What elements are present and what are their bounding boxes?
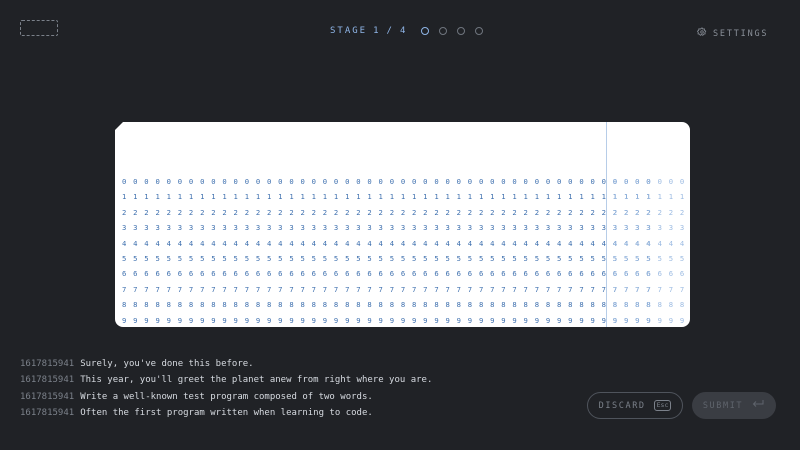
log-timestamp: 1617815941 <box>20 407 75 418</box>
card-row-5[interactable]: 5 5 5 5 5 5 5 5 5 5 5 5 5 5 5 5 5 5 5 5 … <box>122 251 652 266</box>
card-row-right-7[interactable]: 7 7 7 7 7 7 7 7 7 7 7 <box>613 282 690 297</box>
card-notch <box>115 122 123 130</box>
card-row-3[interactable]: 3 3 3 3 3 3 3 3 3 3 3 3 3 3 3 3 3 3 3 3 … <box>122 220 652 235</box>
stage-label: STAGE <box>330 26 368 36</box>
settings-button[interactable]: SETTINGS <box>696 27 769 40</box>
escape-key-hint: Esc <box>653 400 672 411</box>
card-row-1[interactable]: 1 1 1 1 1 1 1 1 1 1 1 1 1 1 1 1 1 1 1 1 … <box>122 189 652 204</box>
enter-key-icon <box>751 399 765 412</box>
log-timestamp: 1617815941 <box>20 391 75 402</box>
stage-indicator: STAGE 1 / 4 <box>330 24 484 38</box>
card-row-right-6[interactable]: 6 6 6 6 6 6 6 6 6 6 6 <box>613 266 690 281</box>
card-row-right-3[interactable]: 3 3 3 3 3 3 3 3 3 3 3 <box>613 220 690 235</box>
submit-button[interactable]: SUBMIT <box>692 392 776 419</box>
stage-dot[interactable] <box>439 27 448 35</box>
card-row-9[interactable]: 9 9 9 9 9 9 9 9 9 9 9 9 9 9 9 9 9 9 9 9 … <box>122 313 652 327</box>
card-row-4[interactable]: 4 4 4 4 4 4 4 4 4 4 4 4 4 4 4 4 4 4 4 4 … <box>122 236 652 251</box>
card-row-right-0[interactable]: 0 0 0 0 0 0 0 0 0 0 0 <box>613 174 690 189</box>
card-row-0[interactable]: 0 0 0 0 0 0 0 0 0 0 0 0 0 0 0 0 0 0 0 0 … <box>122 174 652 189</box>
log-timestamp: 1617815941 <box>20 375 75 386</box>
stage-separator: / <box>386 26 394 36</box>
card-row-right-4[interactable]: 4 4 4 4 4 4 4 4 4 4 4 <box>613 236 690 251</box>
card-row-8[interactable]: 8 8 8 8 8 8 8 8 8 8 8 8 8 8 8 8 8 8 8 8 … <box>122 297 652 312</box>
stage-current: 1 <box>373 26 381 36</box>
log-line: 1617815941 This year, you'll greet the pl… <box>20 372 432 388</box>
stage-dot[interactable] <box>457 27 466 35</box>
card-row-right-5[interactable]: 5 5 5 5 5 5 5 5 5 5 5 <box>613 251 690 266</box>
gear-icon <box>696 27 707 40</box>
log-message: Write a well-known test program composed… <box>80 391 373 402</box>
submit-label: SUBMIT <box>702 400 744 411</box>
card-digit-rows[interactable]: 0 0 0 0 0 0 0 0 0 0 0 0 0 0 0 0 0 0 0 0 … <box>122 174 652 327</box>
log-line: 1617815941 Often the first program writte… <box>20 405 432 421</box>
card-row-right-2[interactable]: 2 2 2 2 2 2 2 2 2 2 2 <box>613 205 690 220</box>
card-row-6[interactable]: 6 6 6 6 6 6 6 6 6 6 6 6 6 6 6 6 6 6 6 6 … <box>122 266 652 281</box>
log-message: Surely, you've done this before. <box>80 359 254 369</box>
log-message: This year, you'll greet the planet anew … <box>80 375 433 386</box>
card-row-2[interactable]: 2 2 2 2 2 2 2 2 2 2 2 2 2 2 2 2 2 2 2 2 … <box>122 205 652 220</box>
card-row-right-8[interactable]: 8 8 8 8 8 8 8 8 8 8 8 <box>613 297 690 312</box>
punch-card[interactable]: 0 0 0 0 0 0 0 0 0 0 0 0 0 0 0 0 0 0 0 0 … <box>115 122 690 327</box>
card-digit-rows-right[interactable]: 0 0 0 0 0 0 0 0 0 0 01 1 1 1 1 1 1 1 1 1… <box>613 174 690 327</box>
discard-label: DISCARD <box>598 400 646 411</box>
stage-dot[interactable] <box>421 27 430 35</box>
log-message: Often the first program written when lea… <box>80 407 373 418</box>
dashed-placeholder-box <box>20 20 58 36</box>
stage-dots <box>421 27 484 35</box>
card-row-right-9[interactable]: 9 9 9 9 9 9 9 9 9 9 9 <box>613 313 690 327</box>
stage-dot[interactable] <box>475 27 484 35</box>
log-timestamp: 1617815941 <box>20 359 75 369</box>
card-row-right-1[interactable]: 1 1 1 1 1 1 1 1 1 1 1 <box>613 189 690 204</box>
log-line: 1617815941 Write a well-known test progra… <box>20 389 432 405</box>
settings-label: SETTINGS <box>713 28 769 39</box>
card-row-7[interactable]: 7 7 7 7 7 7 7 7 7 7 7 7 7 7 7 7 7 7 7 7 … <box>122 282 652 297</box>
stage-total: 4 <box>399 26 408 36</box>
discard-button[interactable]: DISCARD Esc <box>587 392 683 419</box>
message-log: 1617815941 Surely, you've done this befor… <box>20 356 432 421</box>
log-line: 1617815941 Surely, you've done this befor… <box>20 356 432 372</box>
